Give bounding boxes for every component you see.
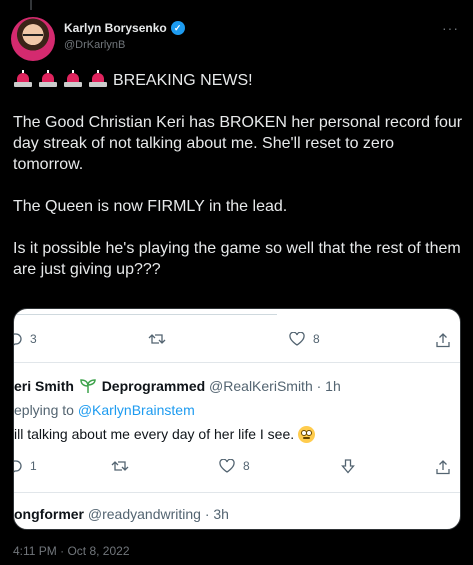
like-count: 8 [313,332,320,346]
replying-to-line: eplying to @KarlynBrainstem [14,402,195,418]
retweet-action [111,459,129,473]
reply-author-handle: @RealKeriSmith · 1h [209,378,341,394]
siren-icon [13,70,33,88]
next-author-name: ongformer [14,506,84,522]
share-icon [436,332,450,348]
replying-to-mention: @KarlynBrainstem [77,402,195,418]
reply-action: 3 [14,332,37,346]
retweet-action [148,332,166,346]
tweet-author: Karlyn Borysenko ✓ @DrKarlynB [64,21,185,51]
reply-text: ill talking about me every day of her li… [14,426,316,443]
share-action [436,459,450,475]
tweet-headline: BREAKING NEWS! [13,70,463,91]
tweet-paragraph: The Good Christian Keri has BROKEN her p… [13,114,463,173]
eye-roll-emoji-icon [298,426,316,443]
like-count: 8 [243,459,250,473]
reply-count: 1 [30,459,37,473]
tweet-paragraph: The Queen is now FIRMLY in the lead. [13,198,288,215]
reply-icon [14,332,22,346]
reply-action: 1 [14,459,37,473]
headline-text: BREAKING NEWS! [113,72,253,89]
downvote-icon [341,459,355,474]
reply-body: ill talking about me every day of her li… [14,426,295,442]
next-reply-header: ongformer @readyandwriting · 3h [14,506,229,522]
siren-icon [88,70,108,88]
avatar[interactable] [11,17,55,61]
retweet-icon [111,459,129,473]
like-icon [219,459,235,473]
author-name[interactable]: Karlyn Borysenko [64,21,167,35]
share-action [436,332,450,348]
reply-action-bar: 1 8 [14,459,460,479]
reply-count: 3 [30,332,37,346]
verified-badge-icon: ✓ [170,21,185,35]
tweet-text: BREAKING NEWS! The Good Christian Keri h… [13,70,463,301]
divider [14,492,460,493]
siren-icon [63,70,83,88]
reply-author-name-suffix: Deprogrammed [101,378,206,394]
sprout-icon [80,379,96,396]
next-author-handle: @readyandwriting · 3h [87,506,229,522]
tweet-timestamp[interactable]: 4:11 PM · Oct 8, 2022 [13,544,130,558]
like-icon [289,332,305,346]
downvote-action [341,459,355,474]
author-handle[interactable]: @DrKarlynB [64,39,185,51]
reply-author-name: eri Smith [14,378,74,394]
like-action: 8 [219,459,250,473]
divider [14,362,460,363]
reply-header: eri Smith Deprogrammed @RealKeriSmith · … [14,378,341,396]
like-action: 8 [289,332,320,346]
more-icon[interactable]: ··· [442,20,459,36]
share-icon [436,459,450,475]
retweet-icon [148,332,166,346]
reply-icon [14,459,22,473]
attached-screenshot-image[interactable]: 3 8 eri Smith Deprogrammed @RealKeriSmit… [13,308,461,530]
siren-icon [38,70,58,88]
tweet-paragraph: Is it possible he's playing the game so … [13,240,461,278]
replying-to-label: eplying to [14,402,78,418]
thread-connector-line [30,0,32,10]
divider [14,314,277,315]
top-action-bar: 3 8 [14,332,460,352]
